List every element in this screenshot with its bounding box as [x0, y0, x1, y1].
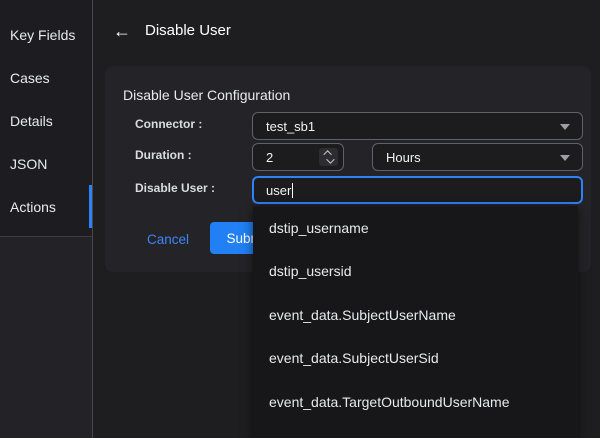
field-suggestion-dropdown: dstip_username dstip_usersid event_data.… [253, 206, 578, 438]
sidebar-nav: Key Fields Cases Details JSON Actions [0, 0, 92, 237]
suggestion-item[interactable]: dstip_usersid [253, 250, 578, 294]
duration-value: 2 [266, 150, 273, 165]
sidebar-item-label: JSON [10, 156, 47, 172]
stepper-arrows[interactable] [319, 148, 338, 166]
duration-unit-select[interactable]: Hours [372, 143, 583, 171]
sidebar-item-key-fields[interactable]: Key Fields [0, 13, 92, 56]
disable-user-value: user [266, 183, 291, 198]
disable-user-input[interactable]: user [252, 176, 583, 204]
sidebar-item-label: Actions [10, 199, 56, 215]
sidebar-item-actions[interactable]: Actions [0, 185, 92, 228]
page-title: Disable User [145, 22, 231, 39]
sidebar-item-label: Key Fields [10, 27, 75, 43]
suggestion-item[interactable]: event_data.SubjectUserName [253, 293, 578, 337]
connector-value: test_sb1 [266, 119, 315, 134]
disable-user-label: Disable User : [135, 181, 247, 195]
duration-stepper[interactable]: 2 [252, 143, 344, 171]
card-title: Disable User Configuration [123, 87, 290, 103]
connector-select[interactable]: test_sb1 [252, 112, 583, 140]
connector-label: Connector : [135, 117, 247, 131]
duration-label: Duration : [135, 148, 247, 162]
app-window: Key Fields Cases Details JSON Actions ← … [0, 0, 600, 438]
duration-unit-value: Hours [386, 150, 421, 165]
text-cursor [292, 183, 293, 198]
cancel-button[interactable]: Cancel [141, 228, 195, 250]
suggestion-item[interactable]: dstip_username [253, 206, 578, 250]
chevron-down-icon [560, 124, 570, 130]
sidebar-item-label: Cases [10, 70, 50, 86]
chevron-down-icon [560, 155, 570, 161]
sidebar-item-json[interactable]: JSON [0, 142, 92, 185]
sidebar-divider [92, 0, 93, 438]
sidebar-item-details[interactable]: Details [0, 99, 92, 142]
suggestion-item[interactable]: event_data.TargetOutboundUserName [253, 380, 578, 424]
suggestion-item[interactable]: event_data.SubjectUserSid [253, 337, 578, 381]
sidebar: Key Fields Cases Details JSON Actions [0, 0, 92, 438]
sidebar-item-cases[interactable]: Cases [0, 56, 92, 99]
back-arrow-icon[interactable]: ← [113, 20, 131, 42]
sidebar-item-label: Details [10, 113, 53, 129]
